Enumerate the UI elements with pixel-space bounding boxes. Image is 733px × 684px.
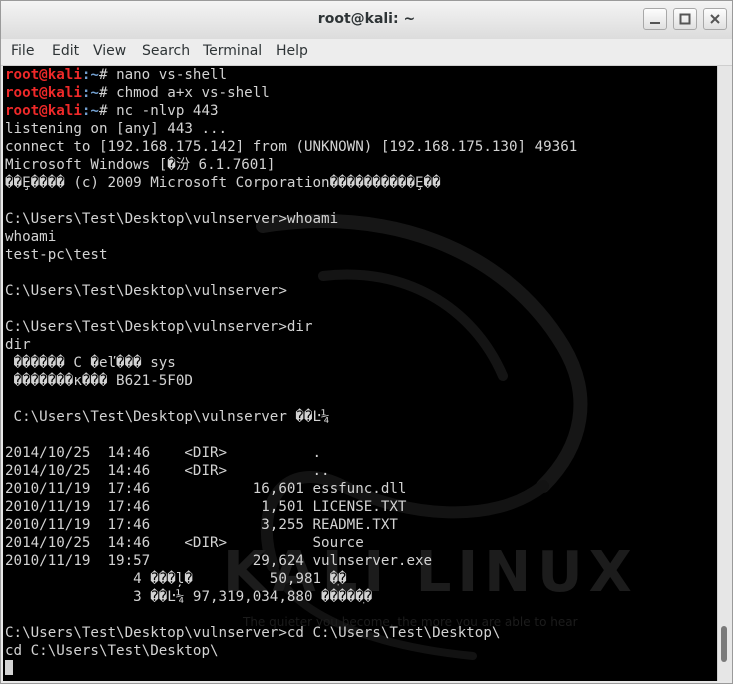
scrollbar[interactable] — [717, 66, 730, 681]
minimize-icon — [650, 22, 660, 24]
output-line: C:\Users\Test\Desktop\vulnserver ��Ŀ¼ — [5, 409, 330, 425]
terminal-cursor — [5, 660, 13, 675]
output-line: 2010/11/19 19:57 29,624 vulnserver.exe — [5, 553, 433, 569]
output-line: C:\Users\Test\Desktop\vulnserver> — [5, 283, 287, 299]
prompt-user: root@kali — [5, 85, 82, 101]
output-line: whoami — [5, 229, 57, 245]
terminal-output: root@kali:~# nano vs-shell root@kali:~# c… — [5, 66, 577, 678]
prompt-symbol: # — [98, 85, 117, 101]
prompt-symbol: # — [98, 103, 117, 119]
prompt-user: root@kali — [5, 103, 82, 119]
output-line: dir — [5, 337, 31, 353]
prompt-symbol: # — [98, 67, 117, 83]
output-line: C:\Users\Test\Desktop\vulnserver>dir — [5, 319, 313, 335]
output-line: 3 ��Ŀ¼ 97,319,034,880 �����ֽ� — [5, 589, 373, 605]
prompt-line: root@kali:~# nc -nlvp 443 — [5, 102, 577, 120]
menu-bar: File Edit View Search Terminal Help — [1, 39, 732, 66]
output-line: connect to [192.168.175.142] from (UNKNO… — [5, 139, 578, 155]
command-text: nano vs-shell — [116, 67, 228, 83]
output-line: listening on [any] 443 ... — [5, 121, 228, 137]
prompt-path: :~ — [81, 85, 99, 101]
output-line: 2010/11/19 17:46 16,601 essfunc.dll — [5, 481, 407, 497]
output-line: 2014/10/25 14:46 <DIR> .. — [5, 463, 330, 479]
output-line: Microsoft Windows [�汾 6.1.7601] — [5, 157, 276, 173]
output-line: ��Ȩ���� (c) 2009 Microsoft Corporation��… — [5, 175, 441, 191]
minimize-button[interactable] — [643, 8, 667, 30]
output-line: 4 ���ļ� 50,981 �ֽ� — [5, 571, 347, 587]
cursor-line — [5, 660, 577, 678]
window-title: root@kali: ~ — [317, 11, 416, 27]
prompt-path: :~ — [81, 67, 99, 83]
command-text: nc -nlvp 443 — [116, 103, 219, 119]
output-line: �������к��� B621-5F0D — [5, 373, 193, 389]
menu-search[interactable]: Search — [142, 43, 190, 59]
prompt-user: root@kali — [5, 67, 82, 83]
title-bar[interactable]: root@kali: ~ — [1, 1, 732, 40]
menu-edit[interactable]: Edit — [52, 43, 79, 59]
output-line: 2010/11/19 17:46 1,501 LICENSE.TXT — [5, 499, 407, 515]
output-line: cd C:\Users\Test\Desktop\ — [5, 643, 219, 659]
command-text: chmod a+x vs-shell — [116, 85, 270, 101]
output-line: 2014/10/25 14:46 <DIR> . — [5, 445, 322, 461]
output-line: ������ C �еľ��� sys — [5, 355, 176, 371]
prompt-path: :~ — [81, 103, 99, 119]
output-line: C:\Users\Test\Desktop\vulnserver>whoami — [5, 211, 339, 227]
prompt-line: root@kali:~# nano vs-shell — [5, 66, 577, 84]
maximize-button[interactable] — [673, 8, 697, 30]
close-icon — [710, 14, 720, 24]
output-line: 2014/10/25 14:46 <DIR> Source — [5, 535, 364, 551]
close-button[interactable] — [703, 8, 727, 30]
menu-file[interactable]: File — [11, 43, 34, 59]
maximize-icon — [679, 13, 691, 25]
prompt-line: root@kali:~# chmod a+x vs-shell — [5, 84, 577, 102]
menu-view[interactable]: View — [93, 43, 126, 59]
menu-help[interactable]: Help — [276, 43, 308, 59]
terminal-window: root@kali: ~ File Edit View Search Termi… — [0, 0, 733, 684]
output-line: 2010/11/19 17:46 3,255 README.TXT — [5, 517, 398, 533]
scrollbar-thumb[interactable] — [721, 626, 727, 662]
output-line: C:\Users\Test\Desktop\vulnserver>cd C:\U… — [5, 625, 501, 641]
output-line: test-pc\test — [5, 247, 108, 263]
terminal-area[interactable]: KALI LINUX The quieter you become, the m… — [3, 66, 717, 681]
menu-terminal[interactable]: Terminal — [203, 43, 262, 59]
